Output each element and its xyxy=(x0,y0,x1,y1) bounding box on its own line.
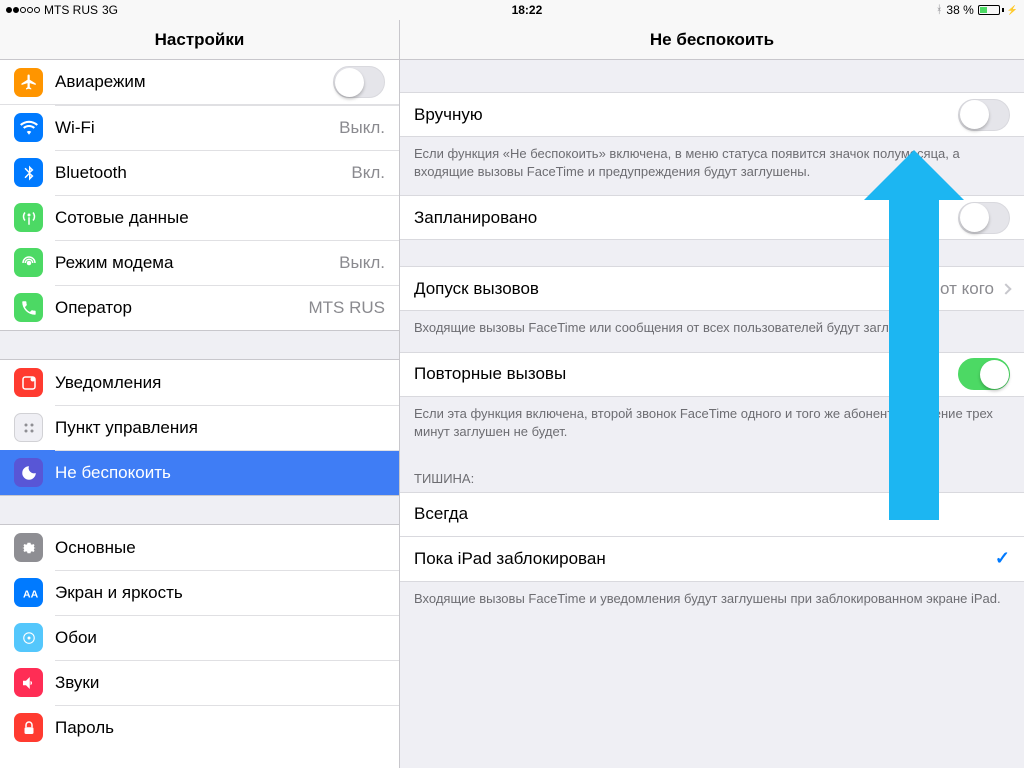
sidebar-item-notifications[interactable]: Уведомления xyxy=(0,360,399,405)
battery-pct: 38 % xyxy=(946,3,973,17)
sidebar-item-display[interactable]: AA Экран и яркость xyxy=(0,570,399,615)
row-label: Пока iPad заблокирован xyxy=(414,549,995,569)
row-label: Запланировано xyxy=(414,208,958,228)
sidebar-item-label: Wi-Fi xyxy=(55,118,339,138)
sidebar-item-label: Звуки xyxy=(55,673,385,693)
row-label: Допуск вызовов xyxy=(414,279,914,299)
sidebar-item-general[interactable]: Основные xyxy=(0,525,399,570)
sidebar-item-hotspot[interactable]: Режим модема Выкл. xyxy=(0,240,399,285)
sidebar-item-label: Экран и яркость xyxy=(55,583,385,603)
note-locked: Входящие вызовы FaceTime и уведомления б… xyxy=(400,582,1024,622)
sidebar-item-passcode[interactable]: Пароль xyxy=(0,705,399,750)
gear-icon xyxy=(14,533,43,562)
network-type: 3G xyxy=(102,3,118,17)
settings-sidebar: Авиарежим Wi-Fi Выкл. Bluetooth Вкл. Сот… xyxy=(0,60,400,768)
sidebar-item-wifi[interactable]: Wi-Fi Выкл. xyxy=(0,105,399,150)
sidebar-item-label: Режим модема xyxy=(55,253,339,273)
row-scheduled[interactable]: Запланировано xyxy=(400,195,1024,240)
hotspot-icon xyxy=(14,248,43,277)
sidebar-item-label: Пароль xyxy=(55,718,385,738)
page-title: Не беспокоить xyxy=(400,20,1024,60)
sidebar-item-value: Выкл. xyxy=(339,118,385,138)
row-manual[interactable]: Вручную xyxy=(400,92,1024,137)
sidebar-item-control-center[interactable]: Пункт управления xyxy=(0,405,399,450)
repeat-toggle[interactable] xyxy=(958,358,1010,390)
phone-icon xyxy=(14,293,43,322)
sidebar-item-label: Не беспокоить xyxy=(55,463,385,483)
wifi-icon xyxy=(14,113,43,142)
moon-icon xyxy=(14,458,43,487)
airplane-icon xyxy=(14,68,43,97)
svg-text:AA: AA xyxy=(23,588,38,600)
display-icon: AA xyxy=(14,578,43,607)
sidebar-item-label: Сотовые данные xyxy=(55,208,385,228)
bluetooth-icon xyxy=(14,158,43,187)
row-allow-calls[interactable]: Допуск вызовов Ни от кого xyxy=(400,266,1024,311)
sidebar-item-wallpaper[interactable]: Обои xyxy=(0,615,399,660)
sidebar-item-carrier[interactable]: Оператор MTS RUS xyxy=(0,285,399,330)
section-gap xyxy=(0,330,399,360)
row-label: Всегда xyxy=(414,504,1010,524)
sidebar-item-label: Пункт управления xyxy=(55,418,385,438)
sidebar-title: Настройки xyxy=(0,20,400,60)
sidebar-item-value: MTS RUS xyxy=(309,298,386,318)
scheduled-toggle[interactable] xyxy=(958,202,1010,234)
row-label: Вручную xyxy=(414,105,958,125)
checkmark-icon: ✓ xyxy=(995,548,1010,569)
section-header-silence: ТИШИНА: xyxy=(400,455,1024,492)
chevron-icon xyxy=(1000,283,1011,294)
bluetooth-icon: ᚼ xyxy=(936,4,943,16)
sidebar-item-value: Выкл. xyxy=(339,253,385,273)
row-silence-always[interactable]: Всегда xyxy=(400,492,1024,537)
sidebar-item-label: Основные xyxy=(55,538,385,558)
notifications-icon xyxy=(14,368,43,397)
battery-icon: ⚡ xyxy=(978,5,1018,16)
row-repeat-calls[interactable]: Повторные вызовы xyxy=(400,352,1024,397)
sidebar-item-label: Уведомления xyxy=(55,373,385,393)
sidebar-item-airplane[interactable]: Авиарежим xyxy=(0,60,399,105)
sidebar-item-sounds[interactable]: Звуки xyxy=(0,660,399,705)
lock-icon xyxy=(14,713,43,742)
sidebar-item-bluetooth[interactable]: Bluetooth Вкл. xyxy=(0,150,399,195)
sidebar-item-label: Обои xyxy=(55,628,385,648)
carrier-name: MTS RUS xyxy=(44,3,98,17)
signal-dots-icon xyxy=(6,7,40,13)
note-repeat: Если эта функция включена, второй звонок… xyxy=(400,397,1024,455)
row-silence-locked[interactable]: Пока iPad заблокирован ✓ xyxy=(400,537,1024,582)
status-bar: MTS RUS 3G 18:22 ᚼ 38 % ⚡ xyxy=(0,0,1024,20)
section-gap xyxy=(0,495,399,525)
sidebar-item-label: Оператор xyxy=(55,298,309,318)
sound-icon xyxy=(14,668,43,697)
dnd-panel: Вручную Если функция «Не беспокоить» вкл… xyxy=(400,60,1024,768)
row-label: Повторные вызовы xyxy=(414,364,958,384)
sidebar-item-cellular[interactable]: Сотовые данные xyxy=(0,195,399,240)
control-center-icon xyxy=(14,413,43,442)
sidebar-item-label: Авиарежим xyxy=(55,72,333,92)
antenna-icon xyxy=(14,203,43,232)
row-value: Ни от кого xyxy=(914,279,994,299)
note-allow: Входящие вызовы FaceTime или сообщения о… xyxy=(400,311,1024,351)
note-manual: Если функция «Не беспокоить» включена, в… xyxy=(400,137,1024,195)
sidebar-item-dnd[interactable]: Не беспокоить xyxy=(0,450,399,495)
sidebar-item-label: Bluetooth xyxy=(55,163,351,183)
airplane-toggle[interactable] xyxy=(333,66,385,98)
manual-toggle[interactable] xyxy=(958,99,1010,131)
status-time: 18:22 xyxy=(512,3,543,17)
sidebar-item-value: Вкл. xyxy=(351,163,385,183)
wallpaper-icon xyxy=(14,623,43,652)
